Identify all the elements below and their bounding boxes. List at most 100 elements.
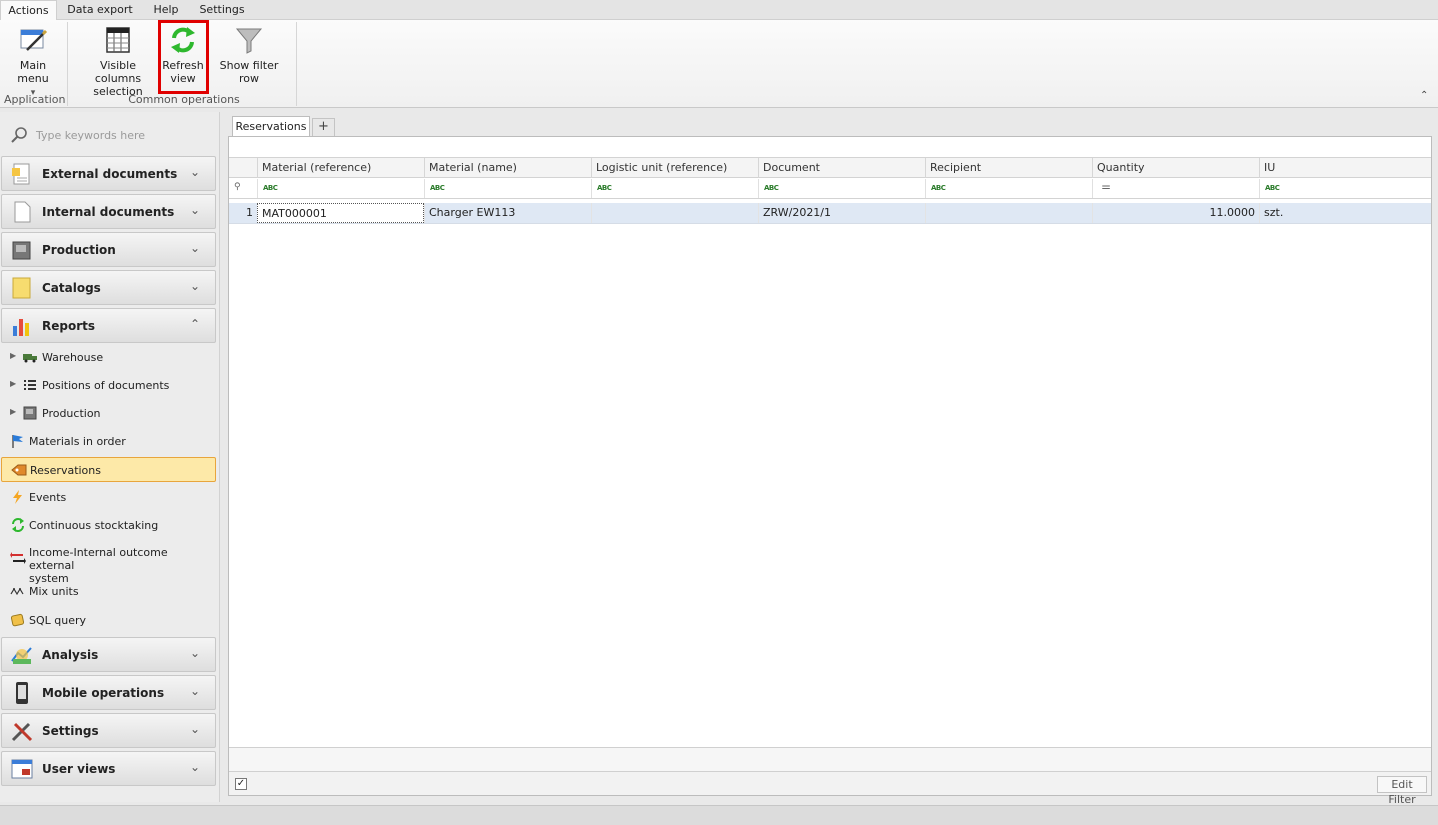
reports-icon: [13, 319, 29, 336]
filter-cell-iu[interactable]: ABC: [1259, 179, 1431, 198]
truck-icon: [23, 354, 37, 363]
cell-material-reference[interactable]: MAT000001: [257, 203, 424, 223]
filter-cell-quantity[interactable]: =: [1092, 179, 1259, 198]
add-tab-button[interactable]: +: [312, 118, 335, 137]
ribbon-separator: [67, 22, 68, 106]
column-header-document[interactable]: Document: [758, 158, 925, 178]
cycle-icon: [12, 518, 24, 532]
nav-group-reports[interactable]: Reports ⌃: [1, 308, 216, 343]
refresh-highlight-box: [158, 20, 209, 94]
lightning-icon: [13, 490, 22, 504]
filter-cell-recipient[interactable]: ABC: [925, 179, 1092, 198]
report-item-production[interactable]: ▶ Production: [0, 400, 216, 426]
show-filter-row-label: Show filter row: [219, 59, 279, 85]
mobile-icon: [16, 682, 28, 704]
expand-arrow-icon[interactable]: ▶: [10, 379, 16, 388]
report-item-label: Positions of documents: [42, 379, 170, 392]
ribbon-separator: [296, 22, 297, 106]
column-header-material-name[interactable]: Material (name): [424, 158, 591, 178]
report-item-label: Events: [29, 491, 67, 504]
table-row[interactable]: 1 MAT000001 Charger EW113 ZRW/2021/1 11.…: [229, 203, 1431, 224]
tab-actions[interactable]: Actions: [0, 0, 57, 21]
report-item-events[interactable]: Events: [0, 484, 216, 510]
navigation-panel: Type keywords here External documents ⌄ …: [0, 112, 220, 802]
nav-group-external-documents[interactable]: External documents ⌄: [1, 156, 216, 191]
main-menu-icon: [20, 29, 48, 51]
chevron-down-icon: ⌄: [190, 203, 201, 217]
column-header-iu[interactable]: IU: [1259, 158, 1431, 178]
report-item-positions-of-documents[interactable]: ▶ Positions of documents: [0, 372, 216, 398]
chevron-down-icon: ⌄: [190, 760, 201, 774]
table-columns-icon: [106, 27, 130, 53]
report-item-label: Production: [42, 407, 101, 420]
nav-group-mobile-operations[interactable]: Mobile operations ⌄: [1, 675, 216, 710]
cell-iu[interactable]: szt.: [1259, 203, 1431, 223]
chevron-down-icon: ⌄: [190, 684, 201, 698]
main-menu-button[interactable]: Main menu ▾: [4, 24, 62, 100]
edit-filter-button[interactable]: Edit Filter: [1377, 776, 1427, 806]
show-filter-row-button[interactable]: Show filter row: [210, 24, 288, 85]
report-item-warehouse[interactable]: ▶ Warehouse: [0, 344, 216, 370]
nav-group-label: Mobile operations: [42, 686, 165, 700]
nav-group-user-views[interactable]: User views ⌄: [1, 751, 216, 786]
grid-footer: [229, 747, 1431, 771]
cell-recipient[interactable]: [925, 203, 1092, 223]
report-item-continuous-stocktaking[interactable]: Continuous stocktaking: [0, 512, 216, 538]
nav-group-catalogs[interactable]: Catalogs ⌄: [1, 270, 216, 305]
cell-material-name[interactable]: Charger EW113: [424, 203, 591, 223]
tab-help[interactable]: Help: [148, 0, 184, 20]
column-header-material-reference[interactable]: Material (reference): [257, 158, 424, 178]
filter-cell-logistic-unit[interactable]: ABC: [591, 179, 758, 198]
mix-units-icon: [10, 587, 24, 596]
ribbon: Main menu ▾ Application Visible columns …: [0, 20, 1438, 108]
tools-icon: [11, 722, 33, 742]
report-item-label: Reservations: [30, 464, 101, 477]
report-item-materials-in-order[interactable]: Materials in order: [0, 428, 216, 454]
machine-icon: [23, 406, 37, 420]
report-item-income-internal-outcome[interactable]: Income-Internal outcome external system: [0, 540, 216, 585]
reservations-grid: Material (reference) Material (name) Log…: [228, 136, 1432, 806]
nav-group-internal-documents[interactable]: Internal documents ⌄: [1, 194, 216, 229]
equals-filter-icon: =: [1101, 180, 1112, 194]
expand-arrow-icon[interactable]: ▶: [10, 407, 16, 416]
ribbon-collapse-icon[interactable]: ⌃: [1420, 90, 1428, 101]
nav-group-label: User views: [42, 762, 116, 776]
menu-tab-bar: Actions Data export Help Settings: [0, 0, 1438, 21]
report-item-sql-query[interactable]: SQL query: [0, 607, 216, 633]
filter-cell-document[interactable]: ABC: [758, 179, 925, 198]
text-filter-icon: ABC: [931, 184, 946, 192]
chevron-down-icon: ⌄: [190, 165, 201, 179]
nav-search[interactable]: Type keywords here: [8, 124, 213, 146]
column-header-logistic-unit[interactable]: Logistic unit (reference): [591, 158, 758, 178]
nav-group-settings[interactable]: Settings ⌄: [1, 713, 216, 748]
column-header-quantity[interactable]: Quantity: [1092, 158, 1259, 178]
filter-enabled-checkbox[interactable]: ✓: [235, 778, 247, 790]
report-item-reservations[interactable]: Reservations: [1, 457, 216, 482]
nav-group-analysis[interactable]: Analysis ⌄: [1, 637, 216, 672]
report-item-mix-units[interactable]: Mix units: [0, 578, 216, 604]
group-label-application: Application: [4, 93, 66, 106]
report-item-label: Warehouse: [42, 351, 104, 364]
filter-row: ⚲ ABC ABC ABC ABC ABC = ABC: [229, 179, 1431, 199]
cell-document[interactable]: ZRW/2021/1: [758, 203, 925, 223]
tab-settings[interactable]: Settings: [196, 0, 248, 20]
report-item-label: SQL query: [29, 614, 87, 627]
filter-cell-material-name[interactable]: ABC: [424, 179, 591, 198]
analysis-icon: [11, 647, 32, 664]
list-icon: [24, 380, 36, 390]
visible-columns-button[interactable]: Visible columns selection: [80, 24, 156, 98]
tab-reservations[interactable]: Reservations: [232, 116, 310, 137]
tab-data-export[interactable]: Data export: [62, 0, 138, 20]
cell-quantity[interactable]: 11.0000: [1092, 203, 1259, 223]
row-number: 1: [246, 206, 253, 219]
filter-cell-material-reference[interactable]: ABC: [257, 179, 424, 198]
reservation-tag-icon: [11, 464, 27, 476]
catalogs-icon: [12, 277, 31, 299]
column-header-recipient[interactable]: Recipient: [925, 158, 1092, 178]
funnel-icon: [235, 28, 263, 54]
nav-group-production[interactable]: Production ⌄: [1, 232, 216, 267]
group-label-common-operations: Common operations: [128, 93, 240, 106]
expand-arrow-icon[interactable]: ▶: [10, 351, 16, 360]
main-menu-label: Main menu: [17, 59, 49, 85]
cell-logistic-unit[interactable]: [591, 203, 758, 223]
